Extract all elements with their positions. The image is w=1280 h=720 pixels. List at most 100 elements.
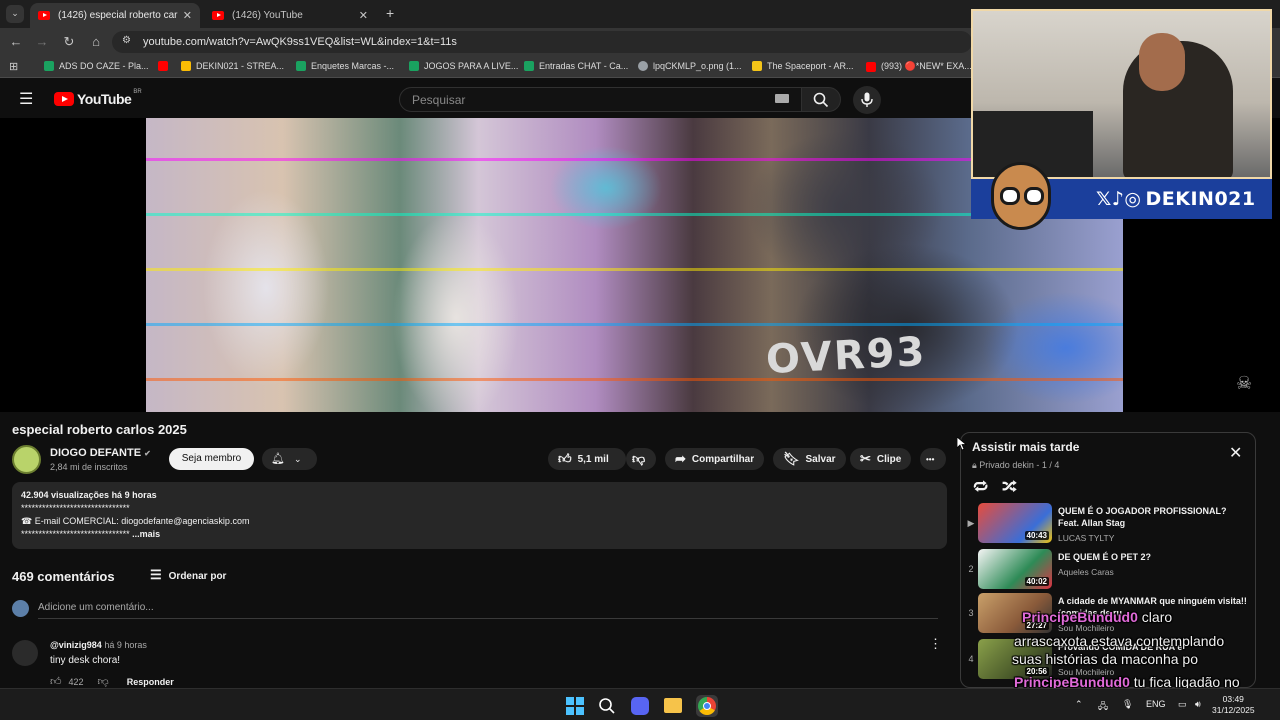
thumbs-up-icon: 👍︎ [558,451,572,466]
tab-active[interactable]: (1426) especial roberto carlos 2 ✕ [30,3,200,28]
shuffle-icon[interactable]: 🔀︎ [1002,476,1017,498]
url-bar[interactable]: ⚙ youtube.com/watch?v=AwQK9ss1VEQ&list=W… [112,31,972,53]
like-button[interactable]: 👍︎ 5,1 mil [548,448,626,470]
notifications-button[interactable]: 🔔︎ ⌄ [262,448,317,470]
share-button[interactable]: ➦ Compartilhar [665,448,765,470]
webcam-overlay [971,9,1272,179]
comment-likes: 422 [68,676,84,687]
chat-message: suas histórias da maconha po [1012,651,1198,667]
bookmark-icon: 🔖︎ [783,451,800,466]
search-icon [813,92,829,108]
close-icon[interactable]: ✕ [1229,443,1242,463]
network-icon[interactable]: 🖧︎ [1098,699,1108,715]
chevron-down-icon: ⌄ [294,454,302,464]
file-explorer-icon[interactable] [664,698,682,713]
bookmark-item[interactable] [158,61,173,71]
bookmark-item[interactable]: lpqCKMLP_o.png (1... [638,61,742,71]
apps-grid-icon[interactable]: ⊞ [9,60,18,73]
tab-label: (1426) YouTube [232,10,303,21]
windows-start-icon[interactable] [566,697,584,715]
bell-icon: 🔔︎ [271,453,285,465]
tab-youtube[interactable]: (1426) YouTube ✕ [204,3,376,28]
spaceport-icon [752,61,762,71]
search-icon[interactable] [598,697,616,715]
reply-button[interactable]: Responder [127,677,174,687]
bookmark-item[interactable]: Entradas CHAT - Ca... [524,61,628,71]
video-description[interactable]: 42.904 visualizações há 9 horas ********… [12,482,947,549]
discord-icon[interactable] [631,697,649,715]
bookmark-item[interactable]: (993) 🔴*NEW* EXA... [866,61,972,72]
chat-message: PrincipeBundud0 claro [1022,609,1173,625]
loop-icon[interactable]: 🔁︎ [973,476,988,498]
social-icons: 𝕏♪◎ [1096,188,1142,210]
save-button[interactable]: 🔖︎ Salvar [773,448,846,470]
youtube-logo-text: YouTube [77,91,132,107]
volume-icon[interactable]: 🔊︎ [1195,699,1201,710]
subscriber-count: 2,84 mi de inscritos [50,462,128,472]
playlist-item[interactable]: ▶ 40:43 QUEM É O JOGADOR PROFISSIONAL? F… [961,503,1255,549]
comment-author[interactable]: @vinizig984 há 9 horas [50,640,147,650]
playlist-item[interactable]: 2 40:02 DE QUEM É O PET 2? Aqueles Caras [961,549,1255,595]
youtube-logo[interactable]: YouTube BR [54,89,142,107]
back-icon[interactable]: ← [8,34,24,49]
sheets-icon [296,61,306,71]
globe-icon [638,61,648,71]
sheets-icon [44,61,54,71]
bookmark-item[interactable]: The Spaceport - AR... [752,61,854,71]
add-comment-input[interactable]: Adicione um comentário... [38,602,938,619]
new-tab-button[interactable]: + [386,5,394,21]
comment-avatar[interactable] [12,640,38,666]
bookmark-item[interactable]: DEKIN021 - STREA... [181,61,284,71]
youtube-favicon-icon [38,11,50,20]
microphone-icon[interactable]: 🎙︎ [1122,699,1133,710]
youtube-favicon-icon [212,11,224,20]
sort-button[interactable]: ☰ Ordenar por [150,567,226,583]
playlist-title[interactable]: Assistir mais tarde [972,440,1079,454]
tab-list-dropdown[interactable]: ⌄ [6,5,24,23]
bookmark-item[interactable]: ADS DO CAZE - Pla... [44,61,149,71]
playlist-subtitle: 🔒︎ Privado dekin - 1 / 4 [972,460,1060,470]
search-button[interactable] [801,87,841,112]
channel-avatar[interactable] [12,445,41,474]
thumbs-up-icon[interactable]: 👍︎ [50,675,62,688]
bookmark-item[interactable]: JOGOS PARA A LIVE... [409,61,518,71]
view-count: 42.904 visualizações há 9 horas [21,490,157,500]
avatar [12,600,29,617]
tab-label: (1426) especial roberto carlos 2 [58,10,178,21]
more-actions-button[interactable]: ••• [920,448,946,470]
bookmark-item[interactable]: Enquetes Marcas -... [296,61,394,71]
chevron-up-icon[interactable]: ⌃ [1075,699,1083,710]
description-email: ☎ E-mail COMERCIAL: diogodefante@agencia… [21,516,250,526]
microphone-icon [861,92,873,107]
system-clock[interactable]: 03:49 31/12/2025 [1212,694,1255,716]
sheets-icon [524,61,534,71]
youtube-logo-icon [54,92,74,106]
thumbs-down-icon: 👎︎ [632,451,646,466]
clip-button[interactable]: ✂ Clipe [850,448,912,470]
voice-search-button[interactable] [853,86,881,114]
chrome-icon[interactable] [696,695,718,717]
site-info-icon[interactable]: ⚙ [122,35,131,46]
thumbs-down-icon[interactable]: 👎︎ [98,675,109,688]
streamer-handle: 𝕏♪◎ DEKIN021 [1096,188,1256,210]
share-icon: ➦ [675,451,686,466]
search-input[interactable]: Pesquisar [399,87,802,112]
home-icon[interactable]: ⌂ [88,34,104,49]
close-tab-icon[interactable]: ✕ [183,9,192,22]
forward-icon[interactable]: → [34,34,50,49]
display-icon[interactable]: ▭ [1178,699,1187,710]
language-indicator[interactable]: ENG [1146,699,1166,709]
dislike-button[interactable]: 👎︎ [626,448,656,470]
more-link[interactable]: ...mais [132,529,160,539]
youtube-icon [866,61,876,72]
scissors-icon: ✂ [860,451,871,466]
close-tab-icon[interactable]: ✕ [359,9,368,22]
description-line: ******************************* [21,529,130,539]
reload-icon[interactable]: ↻ [61,34,77,50]
menu-icon[interactable]: ☰ [19,89,33,109]
comment-menu-icon[interactable]: ⋮ [929,636,942,652]
youtube-region: BR [133,89,142,95]
keyboard-icon[interactable] [775,94,789,103]
join-member-button[interactable]: Seja membro [169,448,254,470]
channel-name[interactable]: DIOGO DEFANTE ✔ [50,447,151,459]
